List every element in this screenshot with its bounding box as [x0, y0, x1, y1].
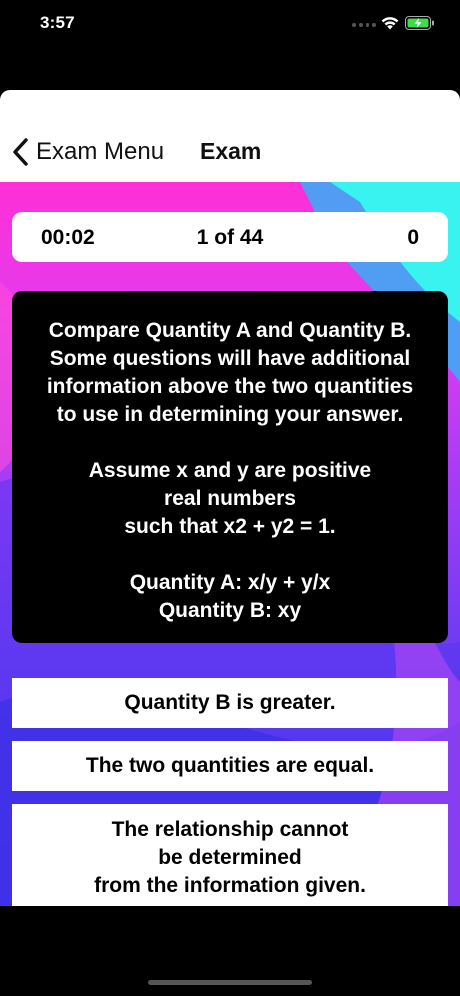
exam-content: 00:02 1 of 44 0 Compare Quantity A and Q… — [0, 182, 460, 906]
wifi-icon — [381, 17, 399, 30]
question-given: Assume x and y are positive real numbers… — [88, 459, 372, 538]
quantity-b: Quantity B: xy — [158, 599, 302, 622]
answer-option[interactable]: The relationship cannot be determined fr… — [12, 804, 448, 906]
navigation-bar: Exam Menu Exam — [0, 90, 460, 182]
status-time: 3:57 — [40, 13, 75, 32]
exam-info-bar: 00:02 1 of 44 0 — [12, 212, 448, 262]
home-indicator[interactable] — [148, 980, 312, 985]
back-label: Exam Menu — [36, 138, 165, 165]
status-bar: 3:57 — [0, 0, 460, 50]
chevron-left-icon — [13, 138, 28, 166]
signal-dots-icon — [352, 23, 376, 29]
back-button[interactable]: Exam Menu — [10, 134, 164, 170]
question-card: Compare Quantity A and Quantity B. Some … — [12, 291, 448, 643]
score: 0 — [407, 226, 419, 249]
question-progress: 1 of 44 — [196, 226, 264, 249]
quantity-a: Quantity A: x/y + y/x — [129, 571, 331, 594]
battery-charging-icon — [405, 16, 434, 30]
answer-option[interactable]: The two quantities are equal. — [12, 741, 448, 791]
page-title: Exam — [200, 138, 262, 164]
question-instructions: Compare Quantity A and Quantity B. Some … — [46, 319, 414, 426]
answer-option[interactable]: Quantity B is greater. — [12, 678, 448, 728]
